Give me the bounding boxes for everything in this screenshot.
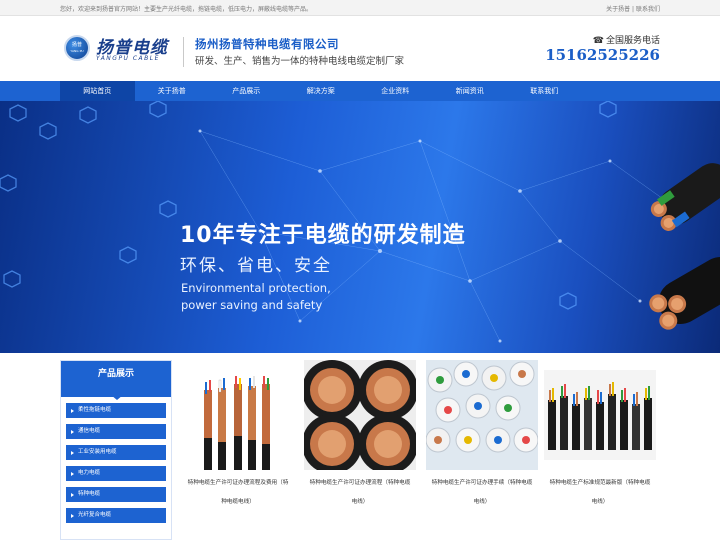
company-name: 扬州扬普特种电缆有限公司: [195, 37, 339, 51]
product-caption-line-2: 电线）: [473, 499, 491, 505]
nav-item-company-info[interactable]: 企业资料: [358, 81, 433, 101]
site-logo[interactable]: 扬普 YANG PU 扬普电缆 YANGPU CABLE: [64, 33, 174, 69]
nav-item-solutions[interactable]: 解决方案: [284, 81, 359, 101]
top-link-about[interactable]: 关于扬普: [606, 6, 630, 13]
product-image[interactable]: [544, 360, 656, 470]
welcome-text: 您好，欢迎来到扬普官方网站！主要生产光纤电缆，拖链电缆，低压电力，屏蔽线电缆等产…: [60, 6, 313, 13]
product-image[interactable]: [182, 360, 294, 470]
sidebar-item-industrial-installation-cable[interactable]: 工业安装用电缆: [66, 445, 166, 460]
nav-item-home[interactable]: 网站首页: [60, 81, 135, 101]
hotline-label: ☎ 全国服务电话: [593, 33, 660, 46]
product-caption-line-1: 特种电缆生产标准规范最新版（特种电缆: [549, 480, 651, 486]
product-caption-line-2: 电线）: [351, 499, 369, 505]
cable-illustration-top: [650, 163, 720, 231]
sidebar-item-special-cable[interactable]: 特种电缆: [66, 487, 166, 502]
logo-badge-icon: 扬普 YANG PU: [64, 35, 90, 61]
product-caption[interactable]: 特种电缆生产许可证办理流程及费用（特 种电缆电线）: [182, 474, 294, 512]
top-bar: 您好，欢迎来到扬普官方网站！主要生产光纤电缆，拖链电缆，低压电力，屏蔽线电缆等产…: [0, 0, 720, 16]
banner-title: 10年专注于电缆的研发制造: [180, 223, 466, 248]
banner-subtitle: 环保、省电、安全: [180, 256, 332, 276]
product-caption-line-1: 特种电缆生产许可证办理流程（特种电缆: [309, 480, 411, 486]
hotline-number[interactable]: 15162525226: [545, 46, 660, 64]
phone-icon: ☎: [592, 36, 604, 46]
product-caption-line-2: 种电缆电线）: [221, 499, 255, 505]
logo-badge-en: YANG PU: [70, 49, 84, 53]
product-caption-line-2: 电线）: [591, 499, 609, 505]
banner-english-line-1: Environmental protection,: [181, 281, 331, 295]
top-link-separator: |: [632, 6, 635, 13]
hero-banner[interactable]: 10年专注于电缆的研发制造 环保、省电、安全 Environmental pro…: [0, 101, 720, 353]
product-category-sidebar: 产品展示 柔性拖链电缆 通信电缆 工业安装用电缆 电力电缆 特种电缆 光纤复合电…: [60, 360, 172, 540]
product-caption[interactable]: 特种电缆生产许可证办理手续（特种电缆 电线）: [426, 474, 538, 512]
sidebar-item-communication-cable[interactable]: 通信电缆: [66, 424, 166, 439]
nav-item-news[interactable]: 新闻资讯: [433, 81, 508, 101]
main-nav: 网站首页 关于扬普 产品展示 解决方案 企业资料 新闻资讯 联系我们: [0, 81, 720, 101]
top-links: 关于扬普 | 联系我们: [606, 4, 660, 13]
sidebar-item-power-cable[interactable]: 电力电缆: [66, 466, 166, 481]
sidebar-item-flexible-drag-chain-cable[interactable]: 柔性拖链电缆: [66, 403, 166, 418]
sidebar-item-fiber-composite-cable[interactable]: 光纤复合电缆: [66, 508, 166, 523]
cable-illustration-bottom: [649, 257, 720, 330]
product-image[interactable]: [426, 360, 538, 470]
top-link-contact[interactable]: 联系我们: [636, 6, 660, 13]
sidebar-title: 产品展示: [61, 361, 171, 400]
nav-item-about[interactable]: 关于扬普: [135, 81, 210, 101]
product-image[interactable]: [304, 360, 416, 470]
header-divider: [183, 37, 184, 67]
product-card[interactable]: 特种电缆生产标准规范最新版（特种电缆 电线）: [544, 360, 656, 530]
hotline-label-text: 全国服务电话: [605, 36, 660, 46]
product-caption[interactable]: 特种电缆生产许可证办理流程（特种电缆 电线）: [304, 474, 416, 512]
banner-english-line-2: power saving and safety: [181, 298, 323, 312]
site-header: 扬普 YANG PU 扬普电缆 YANGPU CABLE 扬州扬普特种电缆有限公…: [0, 17, 720, 81]
logo-english-text: YANGPU CABLE: [96, 55, 160, 62]
product-caption[interactable]: 特种电缆生产标准规范最新版（特种电缆 电线）: [544, 474, 656, 512]
product-caption-line-1: 特种电缆生产许可证办理流程及费用（特: [187, 480, 289, 486]
product-card[interactable]: 特种电缆生产许可证办理流程及费用（特 种电缆电线）: [182, 360, 294, 530]
product-caption-line-1: 特种电缆生产许可证办理手续（特种电缆: [431, 480, 533, 486]
product-card[interactable]: 特种电缆生产许可证办理流程（特种电缆 电线）: [304, 360, 416, 530]
nav-item-products[interactable]: 产品展示: [209, 81, 284, 101]
nav-item-contact[interactable]: 联系我们: [507, 81, 582, 101]
product-card[interactable]: 特种电缆生产许可证办理手续（特种电缆 电线）: [426, 360, 538, 530]
company-slogan: 研发、生产、销售为一体的特种电线电缆定制厂家: [195, 56, 405, 67]
